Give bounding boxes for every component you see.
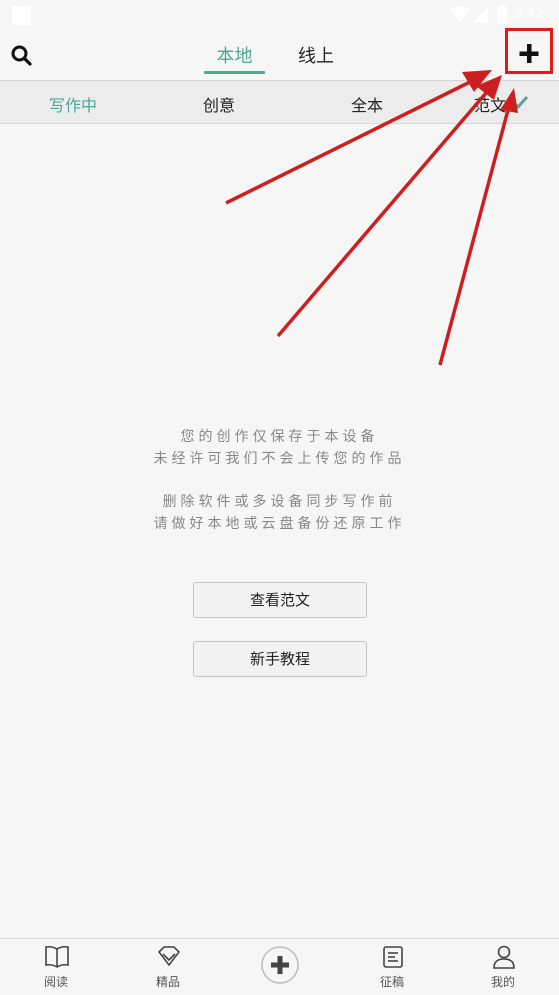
tab-online[interactable]: 线上: [293, 42, 339, 68]
notice-line: 您的创作仅保存于本设备: [180, 429, 379, 445]
status-bar: 3:42: [0, 0, 559, 30]
subtab-full[interactable]: 全本: [351, 92, 383, 116]
subtab-sample[interactable]: 范文: [474, 92, 506, 116]
user-icon: [493, 945, 515, 969]
nav-featured-label: 精品: [155, 975, 180, 989]
book-icon: [45, 945, 69, 968]
top-header: 本地 线上: [0, 28, 559, 80]
bottom-navigation: 阅读 精品 征稿 我的: [0, 938, 559, 995]
category-subtabs: 写作中 创意 全本 范文: [0, 80, 559, 124]
active-tab-indicator: [204, 71, 265, 74]
notice-line: 删除软件或多设备同步写作前: [162, 494, 397, 510]
subtab-writing[interactable]: 写作中: [49, 92, 97, 116]
status-time: 3:42: [514, 5, 544, 22]
annotation-arrow: [438, 88, 518, 366]
battery-icon: [497, 5, 507, 24]
local-storage-notice: 您的创作仅保存于本设备 未经许可我们不会上传您的作品: [0, 426, 559, 470]
nav-submissions[interactable]: 征稿: [352, 939, 432, 995]
subtab-idea[interactable]: 创意: [203, 92, 235, 116]
document-icon: [383, 946, 403, 968]
signal-icon: [472, 7, 488, 23]
nav-mine-label: 我的: [490, 975, 515, 989]
search-icon[interactable]: [10, 44, 34, 68]
nav-read-label: 阅读: [43, 975, 68, 989]
plus-circle-icon: [261, 946, 299, 984]
notification-icon: [12, 6, 31, 25]
add-button-highlight-box: [505, 28, 553, 74]
notice-line: 请做好本地或云盘备份还原工作: [153, 516, 406, 532]
nav-add[interactable]: [240, 939, 320, 995]
tab-local[interactable]: 本地: [204, 42, 265, 68]
view-samples-button[interactable]: 查看范文: [193, 582, 367, 618]
wifi-icon: [450, 6, 470, 22]
notice-line: 未经许可我们不会上传您的作品: [153, 451, 406, 467]
nav-featured[interactable]: 精品: [128, 939, 208, 995]
tutorial-button[interactable]: 新手教程: [193, 641, 367, 677]
diamond-icon: [157, 946, 181, 967]
backup-notice: 删除软件或多设备同步写作前 请做好本地或云盘备份还原工作: [0, 491, 559, 535]
nav-submissions-label: 征稿: [379, 975, 404, 989]
check-icon: [511, 95, 529, 110]
nav-read[interactable]: 阅读: [16, 939, 96, 995]
nav-mine[interactable]: 我的: [463, 939, 543, 995]
